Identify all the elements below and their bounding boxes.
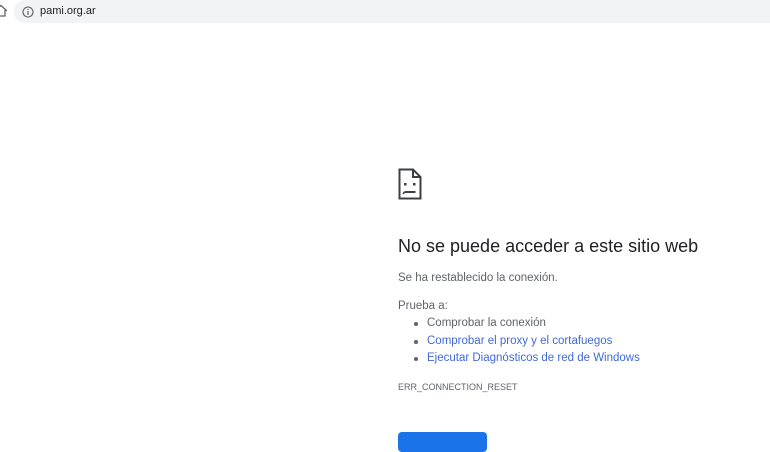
bullet bbox=[414, 339, 418, 344]
list-item: Comprobar el proxy y el cortafuegos bbox=[398, 333, 640, 351]
suggestion-check-connection: Comprobar la conexión bbox=[427, 317, 546, 329]
bullet bbox=[414, 322, 418, 326]
error-code: ERR_CONNECTION_RESET bbox=[398, 382, 518, 392]
suggestion-network-diagnostics-link[interactable]: Ejecutar Diagnósticos de red de Windows bbox=[427, 352, 640, 364]
reload-button[interactable] bbox=[398, 432, 487, 452]
list-item: Ejecutar Diagnósticos de red de Windows bbox=[398, 350, 640, 368]
bullet bbox=[414, 357, 418, 361]
url-text[interactable]: pami.org.ar bbox=[40, 4, 96, 18]
info-icon[interactable] bbox=[22, 5, 34, 18]
address-bar[interactable]: pami.org.ar bbox=[14, 0, 770, 23]
error-description: Se ha restablecido la conexión. bbox=[398, 272, 558, 284]
list-item: Comprobar la conexión bbox=[398, 315, 640, 333]
home-icon[interactable] bbox=[0, 4, 8, 18]
suggestions-list: Comprobar la conexión Comprobar el proxy… bbox=[398, 315, 640, 368]
sad-document-icon bbox=[398, 168, 422, 200]
error-title: No se puede acceder a este sitio web bbox=[398, 236, 699, 256]
try-label: Prueba a: bbox=[398, 300, 448, 312]
suggestion-check-proxy-link[interactable]: Comprobar el proxy y el cortafuegos bbox=[427, 335, 612, 347]
browser-toolbar: pami.org.ar bbox=[0, 0, 770, 24]
